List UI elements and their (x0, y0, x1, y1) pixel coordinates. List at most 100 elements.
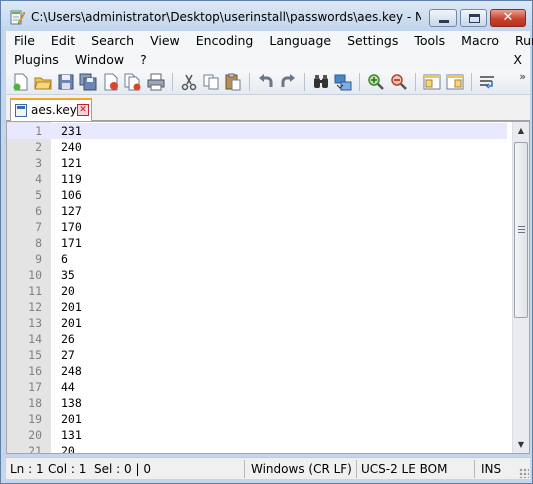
close-window-button[interactable]: ✕ (490, 9, 526, 27)
editor-line[interactable]: 12 201 (7, 299, 507, 315)
menu-edit[interactable]: Edit (43, 31, 83, 50)
line-text[interactable]: 44 (61, 379, 75, 395)
menu-file[interactable]: File (6, 31, 43, 50)
resize-grip-icon[interactable] (519, 468, 529, 478)
line-text[interactable]: 231 (61, 123, 82, 139)
editor-line[interactable]: 18 138 (7, 395, 507, 411)
editor-line[interactable]: 2 240 (7, 139, 507, 155)
close-all-icon[interactable] (124, 73, 142, 91)
menu-window[interactable]: Window (67, 50, 132, 69)
line-text[interactable]: 6 (61, 251, 68, 267)
status-eol-format[interactable]: Windows (CR LF) (251, 458, 352, 480)
line-text[interactable]: 127 (61, 203, 82, 219)
menu-tools[interactable]: Tools (406, 31, 453, 50)
line-number: 2 (35, 140, 42, 154)
menu-macro[interactable]: Macro (453, 31, 507, 50)
editor-line[interactable]: 17 44 (7, 379, 507, 395)
editor-line[interactable]: 6 127 (7, 203, 507, 219)
notepad-window: C:\Users\administrator\Desktop\userinsta… (0, 0, 533, 484)
scroll-down-arrow-icon[interactable]: ▼ (513, 436, 529, 453)
status-insert-mode[interactable]: INS (481, 458, 501, 480)
tab-close-icon[interactable]: ✕ (77, 104, 89, 116)
line-text[interactable]: 121 (61, 155, 82, 171)
editor-line[interactable]: 3 121 (7, 155, 507, 171)
editor-area[interactable]: 1 231 2 240 3 121 4 119 5 106 6 127 7 170 8 171 9 6 10 35 11… (6, 121, 530, 454)
editor-line[interactable]: 21 20 (7, 443, 507, 453)
line-text[interactable]: 201 (61, 299, 82, 315)
menu-run[interactable]: Run (507, 31, 533, 50)
editor-line[interactable]: 1 231 (7, 123, 507, 139)
line-text[interactable]: 106 (61, 187, 82, 203)
close-document-button[interactable]: X (513, 50, 522, 69)
line-text[interactable]: 20 (61, 443, 75, 453)
vertical-scrollbar[interactable]: ▲ ▼ (512, 122, 529, 453)
minimize-button[interactable] (429, 9, 457, 27)
line-number: 18 (28, 396, 42, 410)
save-all-icon[interactable] (79, 73, 97, 91)
line-number: 17 (28, 380, 42, 394)
zoom-out-icon[interactable] (390, 73, 408, 91)
status-selection: Sel : 0 | 0 (94, 462, 151, 476)
undo-icon[interactable] (257, 73, 275, 91)
open-file-icon[interactable] (34, 73, 52, 91)
editor-lines[interactable]: 1 231 2 240 3 121 4 119 5 106 6 127 7 170 8 171 9 6 10 35 11… (7, 123, 507, 453)
editor-line[interactable]: 20 131 (7, 427, 507, 443)
editor-line[interactable]: 11 20 (7, 283, 507, 299)
title-bar[interactable]: C:\Users\administrator\Desktop\userinsta… (1, 1, 532, 31)
line-text[interactable]: 138 (61, 395, 82, 411)
paste-icon[interactable] (224, 73, 242, 91)
sync-horizontal-icon[interactable] (446, 73, 464, 91)
menu-plugins[interactable]: Plugins (6, 50, 67, 69)
line-text[interactable]: 35 (61, 267, 75, 283)
editor-line[interactable]: 14 26 (7, 331, 507, 347)
line-text[interactable]: 170 (61, 219, 82, 235)
editor-line[interactable]: 10 35 (7, 267, 507, 283)
line-text[interactable]: 131 (61, 427, 82, 443)
menu-view[interactable]: View (142, 31, 188, 50)
editor-line[interactable]: 16 248 (7, 363, 507, 379)
line-text[interactable]: 201 (61, 315, 82, 331)
line-text[interactable]: 119 (61, 171, 82, 187)
zoom-in-icon[interactable] (367, 73, 385, 91)
new-file-icon[interactable] (12, 73, 30, 91)
editor-line[interactable]: 5 106 (7, 187, 507, 203)
editor-line[interactable]: 8 171 (7, 235, 507, 251)
line-text[interactable]: 171 (61, 235, 82, 251)
status-encoding[interactable]: UCS-2 LE BOM (361, 458, 447, 480)
editor-line[interactable]: 7 170 (7, 219, 507, 235)
line-text[interactable]: 20 (61, 283, 75, 299)
line-text[interactable]: 248 (61, 363, 82, 379)
copy-icon[interactable] (202, 73, 220, 91)
toolbar-overflow-button[interactable]: » (519, 70, 526, 83)
toolbar-separator (172, 73, 173, 91)
menu-language[interactable]: Language (261, 31, 339, 50)
tab-bar: aes.key ✕ (6, 95, 530, 121)
save-icon[interactable] (57, 73, 75, 91)
editor-line[interactable]: 19 201 (7, 411, 507, 427)
editor-line[interactable]: 4 119 (7, 171, 507, 187)
find-icon[interactable] (312, 73, 330, 91)
maximize-button[interactable] (460, 9, 487, 27)
line-text[interactable]: 26 (61, 331, 75, 347)
line-text[interactable]: 240 (61, 139, 82, 155)
scroll-up-arrow-icon[interactable]: ▲ (513, 122, 529, 139)
editor-line[interactable]: 15 27 (7, 347, 507, 363)
redo-icon[interactable] (279, 73, 297, 91)
print-icon[interactable] (147, 73, 165, 91)
word-wrap-icon[interactable] (479, 73, 497, 91)
menu-help[interactable]: ? (132, 50, 155, 69)
close-icon[interactable] (102, 73, 120, 91)
line-number: 16 (28, 364, 42, 378)
editor-line[interactable]: 13 201 (7, 315, 507, 331)
line-text[interactable]: 201 (61, 411, 82, 427)
scrollbar-thumb[interactable] (514, 142, 528, 318)
cut-icon[interactable] (180, 73, 198, 91)
menu-search[interactable]: Search (83, 31, 142, 50)
line-text[interactable]: 27 (61, 347, 75, 363)
replace-icon[interactable] (334, 73, 352, 91)
menu-settings[interactable]: Settings (339, 31, 406, 50)
tab-aes-key[interactable]: aes.key ✕ (10, 98, 92, 121)
editor-line[interactable]: 96 (7, 251, 507, 267)
menu-encoding[interactable]: Encoding (188, 31, 262, 50)
sync-vertical-icon[interactable] (423, 73, 441, 91)
